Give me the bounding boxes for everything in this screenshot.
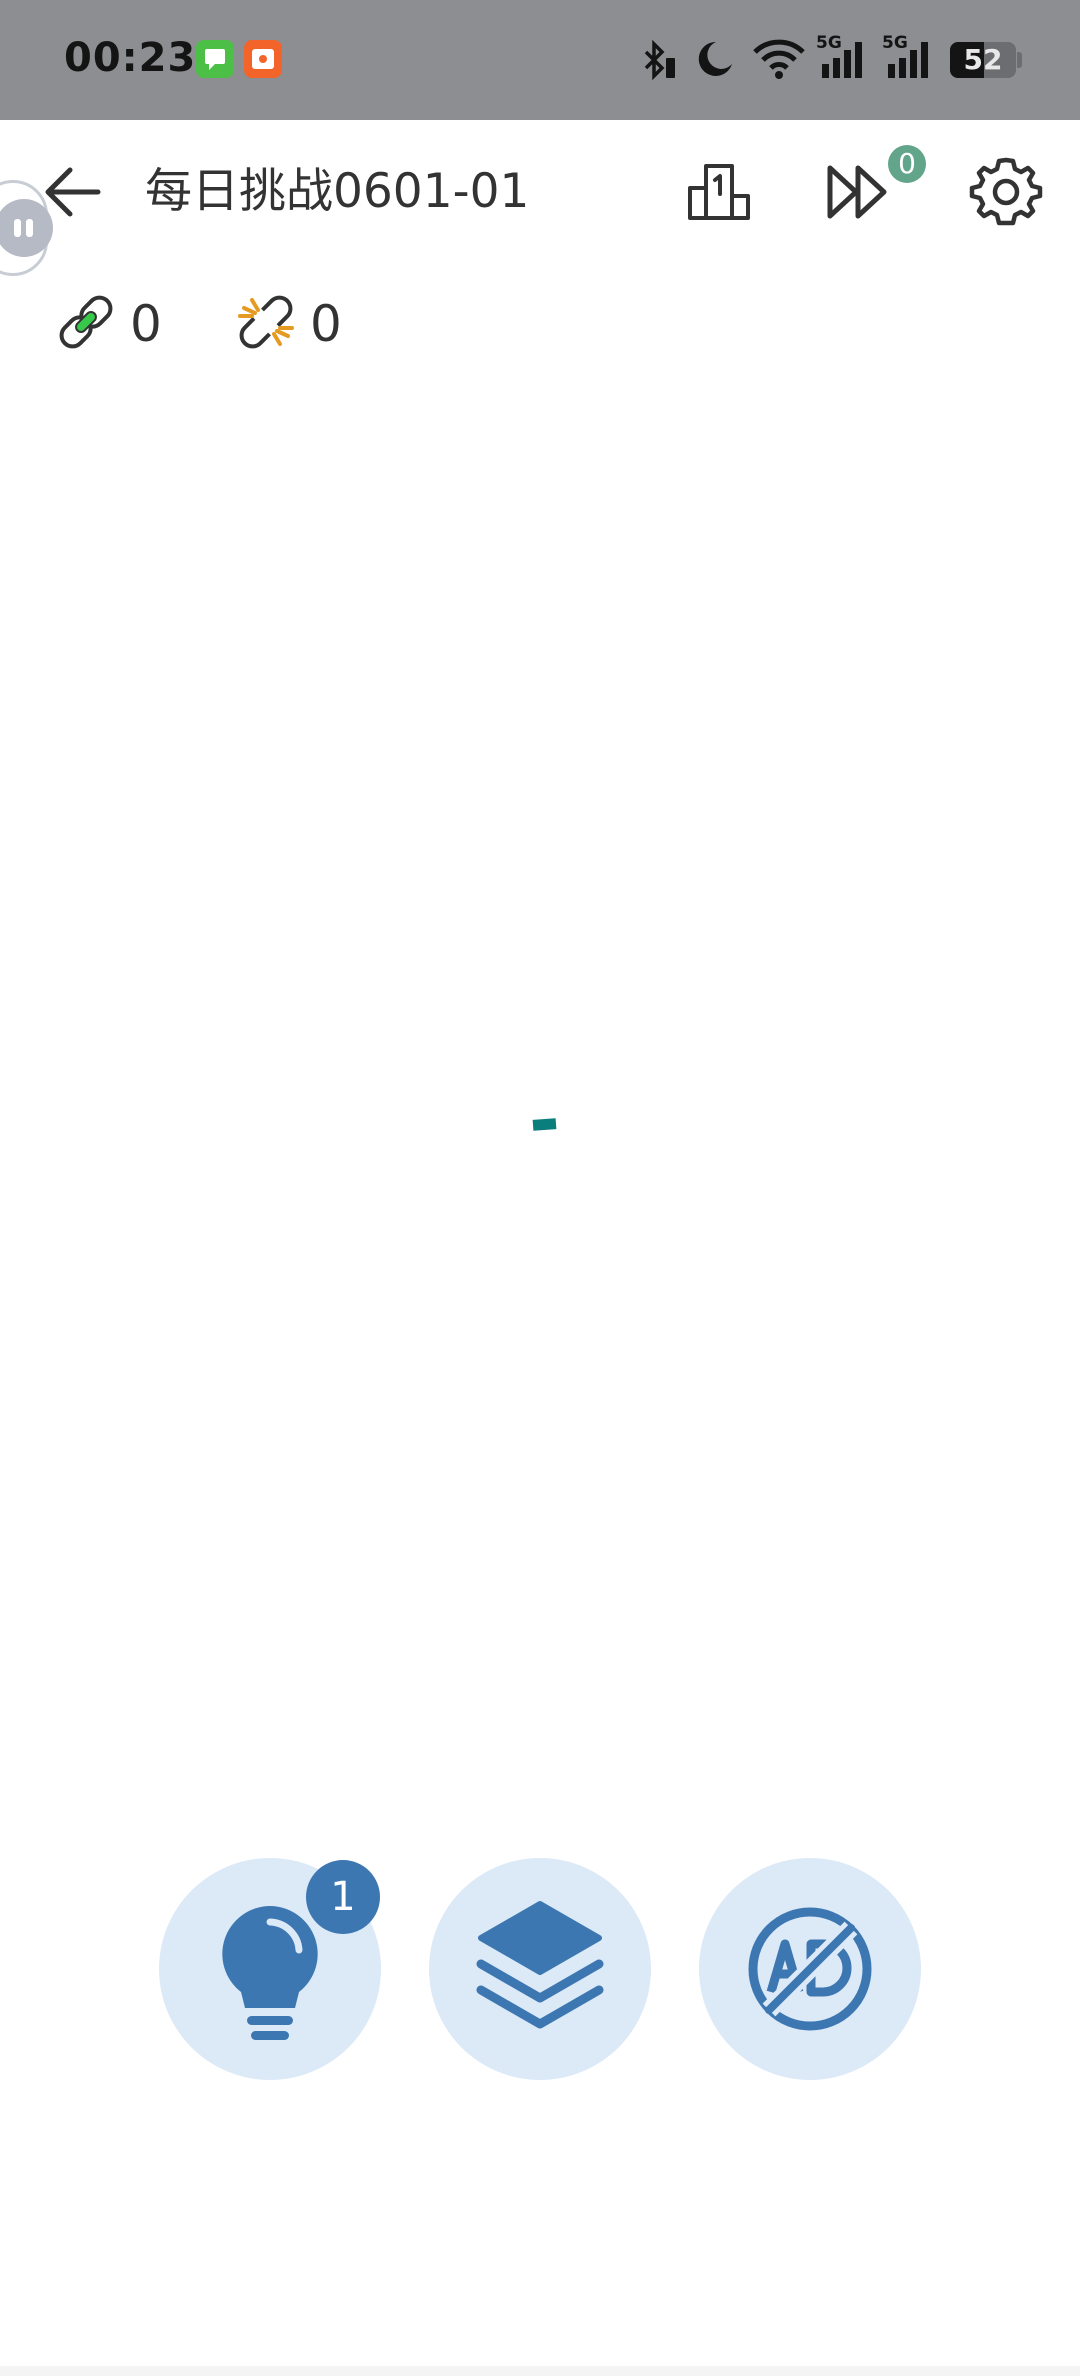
signal-5g-icon: 5G — [882, 34, 938, 80]
gear-icon — [969, 157, 1043, 226]
status-time: 00:23 — [64, 35, 197, 81]
broken-count: 0 — [310, 295, 342, 353]
layers-icon — [476, 1901, 604, 2029]
hint-count-badge: 1 — [306, 1860, 380, 1934]
puzzle-board[interactable] — [0, 400, 1080, 1800]
battery-icon: 52 — [950, 42, 1016, 78]
skip-level-button[interactable] — [818, 152, 898, 232]
connected-count: 0 — [130, 295, 162, 353]
battery-level: 52 — [963, 43, 1003, 76]
skip-forward-icon — [827, 165, 887, 219]
skip-count-badge: 0 — [888, 145, 926, 183]
remove-ads-button[interactable] — [699, 1858, 921, 2080]
game-screen: 00:23 5G 5G 52 每日挑战0601-01 0 0 0 1 — [0, 0, 1080, 2376]
navigation-strip — [0, 2366, 1080, 2376]
status-bar: 00:23 5G 5G 52 — [0, 0, 1080, 120]
leaderboard-button[interactable] — [680, 152, 760, 232]
no-ads-icon — [748, 1907, 872, 2031]
page-title: 每日挑战0601-01 — [145, 164, 530, 219]
app-notification-icon — [244, 40, 282, 78]
settings-button[interactable] — [966, 152, 1046, 232]
layers-button[interactable] — [429, 1858, 651, 2080]
bluetooth-icon — [644, 40, 675, 81]
messages-icon — [196, 40, 234, 78]
back-button[interactable] — [36, 156, 108, 228]
puzzle-piece[interactable] — [532, 1118, 557, 1131]
back-arrow-icon — [45, 167, 101, 217]
moon-icon — [698, 41, 732, 76]
signal-5g-icon: 5G — [816, 34, 872, 80]
wifi-icon — [753, 39, 805, 79]
battery-tip — [1017, 52, 1022, 68]
chain-link-connected-icon — [59, 295, 113, 349]
chain-link-broken-icon — [238, 295, 294, 349]
leaderboard-icon — [688, 164, 750, 220]
